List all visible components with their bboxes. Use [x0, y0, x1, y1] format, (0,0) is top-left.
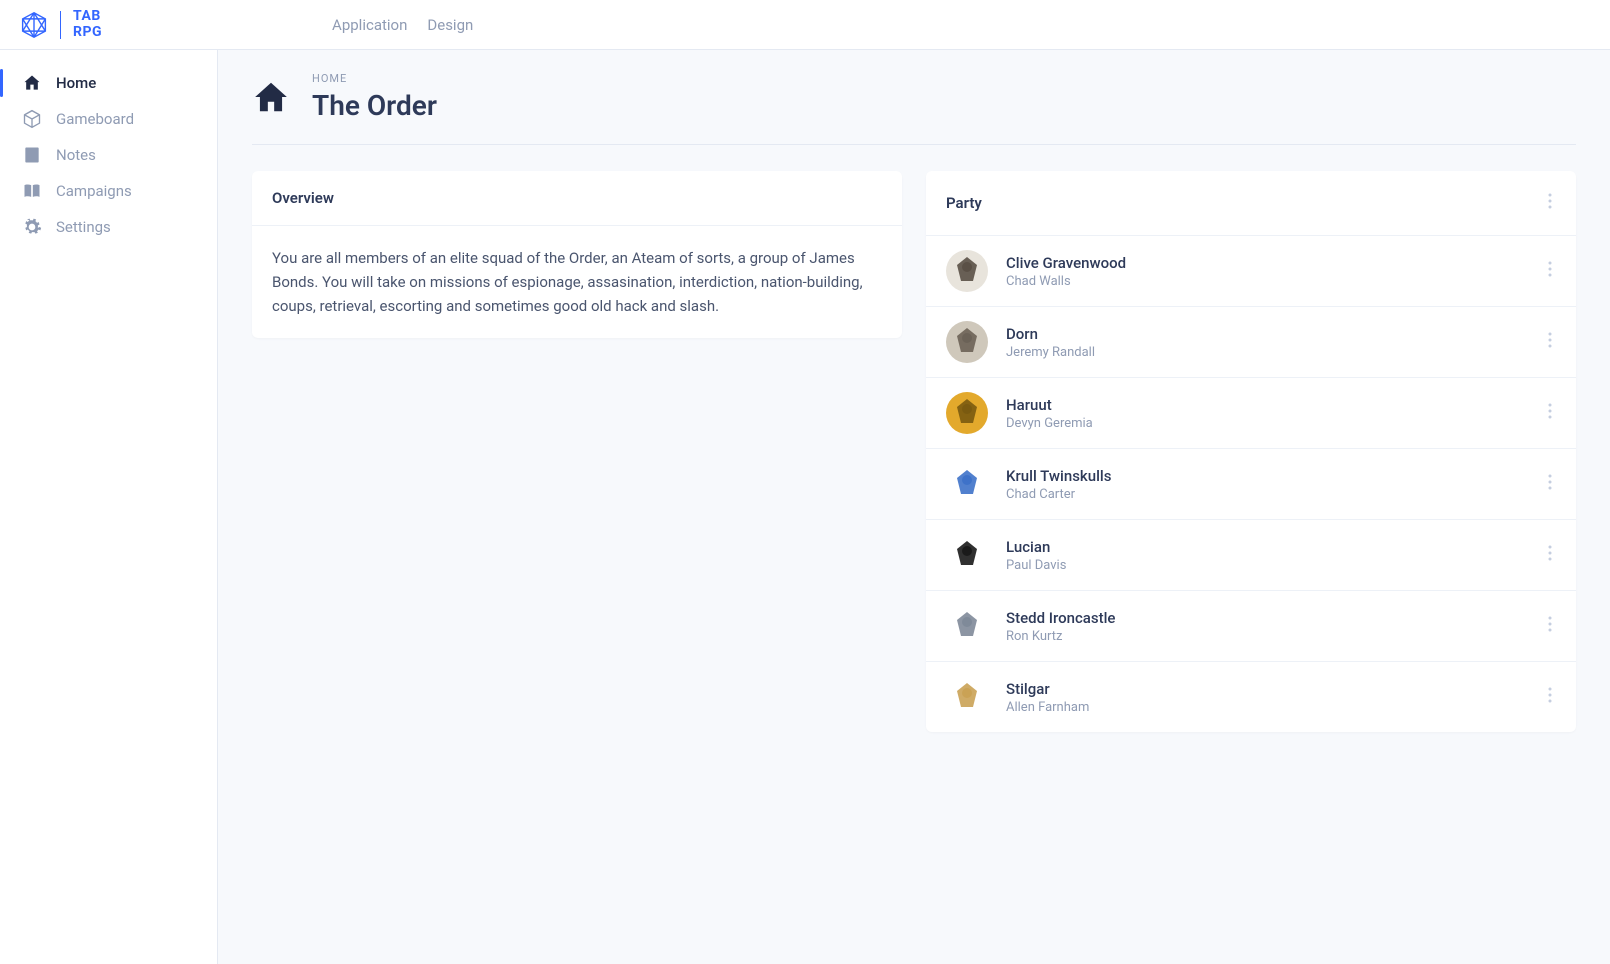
sidebar-item-label: Notes	[56, 146, 96, 164]
sidebar-item-campaigns[interactable]: Campaigns	[0, 173, 217, 209]
party-member-name: Krull Twinskulls	[1006, 467, 1526, 485]
party-item[interactable]: Stilgar Allen Farnham	[926, 662, 1576, 732]
home-icon	[252, 78, 290, 116]
party-card-header: Party	[926, 171, 1576, 236]
sidebar-item-home[interactable]: Home	[0, 65, 217, 101]
party-member-player: Allen Farnham	[1006, 700, 1526, 715]
note-icon	[22, 145, 42, 165]
more-icon[interactable]	[1544, 328, 1556, 356]
more-icon[interactable]	[1544, 541, 1556, 569]
avatar	[946, 392, 988, 434]
party-item[interactable]: Haruut Devyn Geremia	[926, 378, 1576, 449]
sidebar-item-gameboard[interactable]: Gameboard	[0, 101, 217, 137]
party-member-player: Paul Davis	[1006, 558, 1526, 573]
party-info: Lucian Paul Davis	[1006, 538, 1526, 573]
overview-body: You are all members of an elite squad of…	[252, 226, 902, 338]
avatar	[946, 321, 988, 363]
party-item[interactable]: Stedd Ironcastle Ron Kurtz	[926, 591, 1576, 662]
topnav-design[interactable]: Design	[427, 16, 473, 34]
brand-line1: TAB	[73, 9, 102, 24]
party-list: Clive Gravenwood Chad Walls Dorn Jeremy …	[926, 236, 1576, 732]
sidebar-item-label: Home	[56, 74, 96, 92]
overview-title: Overview	[272, 189, 334, 207]
party-member-name: Dorn	[1006, 325, 1526, 343]
avatar	[946, 463, 988, 505]
party-item[interactable]: Lucian Paul Davis	[926, 520, 1576, 591]
avatar	[946, 605, 988, 647]
avatar	[946, 250, 988, 292]
gear-icon	[22, 217, 42, 237]
more-icon[interactable]	[1544, 683, 1556, 711]
party-item[interactable]: Clive Gravenwood Chad Walls	[926, 236, 1576, 307]
main-content: HOME The Order Overview You are all memb…	[218, 50, 1610, 964]
party-info: Krull Twinskulls Chad Carter	[1006, 467, 1526, 502]
party-member-player: Jeremy Randall	[1006, 345, 1526, 360]
more-icon[interactable]	[1544, 189, 1556, 217]
brand-text: TAB RPG	[73, 9, 102, 40]
more-icon[interactable]	[1544, 399, 1556, 427]
party-info: Dorn Jeremy Randall	[1006, 325, 1526, 360]
party-member-name: Stilgar	[1006, 680, 1526, 698]
page-title: The Order	[312, 89, 437, 122]
party-item[interactable]: Dorn Jeremy Randall	[926, 307, 1576, 378]
avatar	[946, 676, 988, 718]
book-icon	[22, 181, 42, 201]
sidebar-item-label: Campaigns	[56, 182, 132, 200]
more-icon[interactable]	[1544, 612, 1556, 640]
party-member-player: Chad Walls	[1006, 274, 1526, 289]
party-info: Haruut Devyn Geremia	[1006, 396, 1526, 431]
party-card: Party Clive Gravenwood Chad Walls Dorn	[926, 171, 1576, 732]
overview-card: Overview You are all members of an elite…	[252, 171, 902, 338]
party-item[interactable]: Krull Twinskulls Chad Carter	[926, 449, 1576, 520]
logo-separator	[60, 11, 61, 39]
brand-line2: RPG	[73, 25, 102, 40]
dice-icon	[22, 109, 42, 129]
party-info: Clive Gravenwood Chad Walls	[1006, 254, 1526, 289]
breadcrumb[interactable]: HOME	[312, 72, 437, 85]
party-member-player: Chad Carter	[1006, 487, 1526, 502]
home-icon	[22, 73, 42, 93]
sidebar: Home Gameboard Notes Campaigns Settings	[0, 50, 218, 964]
top-nav: Application Design	[332, 16, 473, 34]
party-member-name: Haruut	[1006, 396, 1526, 414]
more-icon[interactable]	[1544, 470, 1556, 498]
more-icon[interactable]	[1544, 257, 1556, 285]
sidebar-item-label: Settings	[56, 218, 111, 236]
d20-icon	[20, 11, 48, 39]
party-member-name: Lucian	[1006, 538, 1526, 556]
overview-card-header: Overview	[252, 171, 902, 226]
page-header: HOME The Order	[252, 72, 1576, 145]
party-info: Stilgar Allen Farnham	[1006, 680, 1526, 715]
topbar: TAB RPG Application Design	[0, 0, 1610, 50]
topnav-application[interactable]: Application	[332, 16, 407, 34]
sidebar-item-label: Gameboard	[56, 110, 134, 128]
party-info: Stedd Ironcastle Ron Kurtz	[1006, 609, 1526, 644]
brand-logo[interactable]: TAB RPG	[20, 9, 102, 40]
party-title: Party	[946, 194, 982, 212]
party-member-name: Clive Gravenwood	[1006, 254, 1526, 272]
sidebar-item-settings[interactable]: Settings	[0, 209, 217, 245]
party-member-player: Devyn Geremia	[1006, 416, 1526, 431]
party-member-player: Ron Kurtz	[1006, 629, 1526, 644]
avatar	[946, 534, 988, 576]
sidebar-item-notes[interactable]: Notes	[0, 137, 217, 173]
party-member-name: Stedd Ironcastle	[1006, 609, 1526, 627]
